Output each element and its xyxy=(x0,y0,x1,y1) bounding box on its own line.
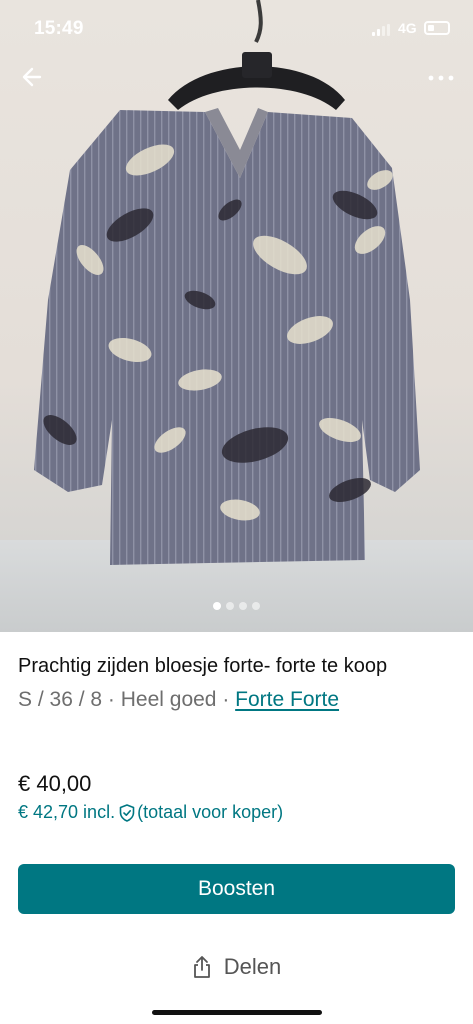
blouse-photo-illustration xyxy=(34,0,420,565)
pagination-dot-active[interactable] xyxy=(213,602,221,610)
meta-separator: · xyxy=(216,688,236,711)
signal-icon xyxy=(372,24,390,36)
product-photo[interactable]: 15:49 4G xyxy=(0,0,473,632)
status-time: 15:49 xyxy=(34,18,84,39)
price-incl-note: (totaal voor koper) xyxy=(137,802,284,822)
item-condition: Heel goed xyxy=(120,688,217,711)
shield-check-icon xyxy=(119,803,135,822)
share-button[interactable]: Delen xyxy=(0,950,473,984)
pagination-dot[interactable] xyxy=(252,602,260,610)
item-brand-link[interactable]: Forte Forte xyxy=(235,688,339,711)
back-button[interactable] xyxy=(18,62,48,92)
meta-separator: · xyxy=(102,688,121,711)
boost-button[interactable]: Boosten xyxy=(18,864,455,914)
arrow-left-icon xyxy=(22,67,42,87)
pagination-dot[interactable] xyxy=(239,602,247,610)
network-label: 4G xyxy=(398,20,417,36)
more-horizontal-icon xyxy=(428,75,454,81)
more-options-button[interactable] xyxy=(424,66,458,90)
item-title: Prachtig zijden bloesje forte- forte te … xyxy=(18,655,388,677)
item-meta: S / 36 / 8 · Heel goed · Forte Forte xyxy=(18,688,458,712)
share-icon xyxy=(193,956,210,978)
status-bar: 15:49 4G xyxy=(0,0,473,58)
gallery-pagination xyxy=(0,602,473,610)
pagination-dot[interactable] xyxy=(226,602,234,610)
price-incl-buyer-protection[interactable]: € 42,70 incl. (totaal voor koper) xyxy=(18,802,283,823)
home-indicator xyxy=(152,1010,322,1015)
item-price: € 40,00 xyxy=(18,771,92,796)
price-incl-value: € 42,70 incl. xyxy=(18,802,116,822)
item-details: Prachtig zijden bloesje forte- forte te … xyxy=(18,650,458,712)
item-size: S / 36 / 8 xyxy=(18,688,103,711)
share-label: Delen xyxy=(223,954,282,979)
battery-icon xyxy=(424,21,450,35)
